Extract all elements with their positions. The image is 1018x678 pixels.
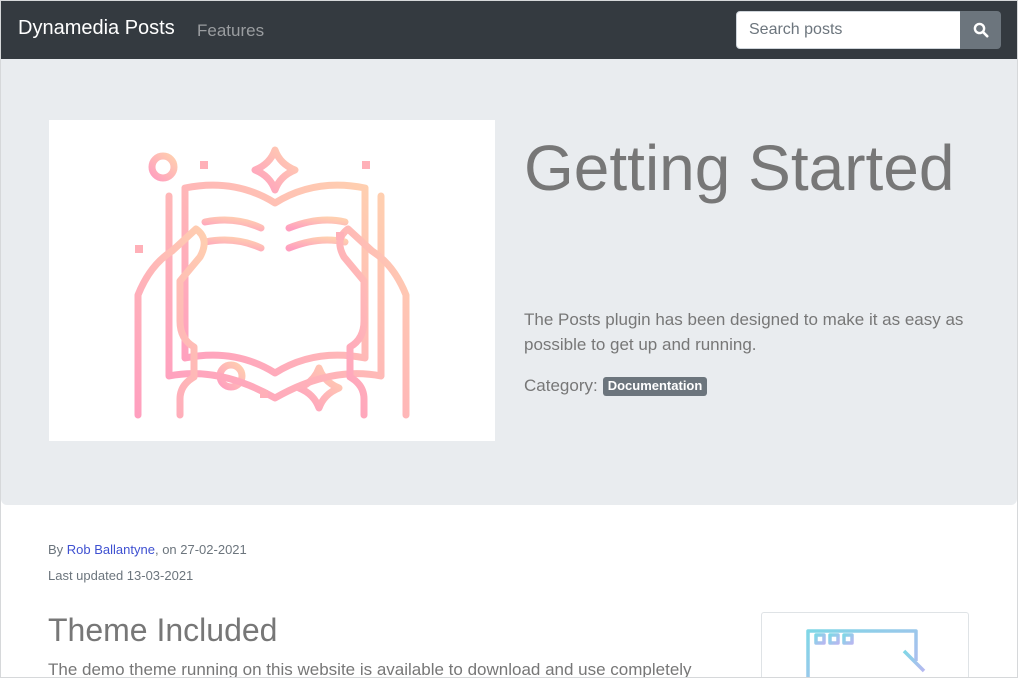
side-image-card bbox=[761, 612, 969, 678]
category-row: Category: Documentation bbox=[524, 376, 708, 396]
post-date: , on 27-02-2021 bbox=[154, 542, 247, 557]
section-heading: Theme Included bbox=[48, 612, 278, 648]
nav-link-features[interactable]: Features bbox=[197, 21, 264, 41]
hero-image bbox=[49, 120, 495, 441]
category-label: Category: bbox=[524, 376, 598, 395]
search-button[interactable] bbox=[960, 11, 1001, 49]
last-updated: Last updated 13-03-2021 bbox=[48, 568, 194, 583]
search-input[interactable] bbox=[736, 11, 961, 49]
top-navbar: Dynamedia Posts Features bbox=[1, 1, 1017, 59]
hero-jumbotron: Getting Started The Posts plugin has bee… bbox=[1, 59, 1017, 505]
post-byline: By Rob Ballantyne, on 27-02-2021 bbox=[48, 542, 247, 557]
page-title: Getting Started bbox=[524, 132, 955, 204]
byline-prefix: By bbox=[48, 542, 64, 557]
category-badge[interactable]: Documentation bbox=[602, 376, 708, 396]
brand-link[interactable]: Dynamedia Posts bbox=[18, 17, 175, 40]
open-book-illustration bbox=[134, 146, 410, 419]
search-icon bbox=[973, 22, 988, 38]
section-paragraph: The demo theme running on this website i… bbox=[48, 660, 692, 678]
hero-lead-text: The Posts plugin has been designed to ma… bbox=[524, 310, 964, 354]
author-link[interactable]: Rob Ballantyne bbox=[67, 542, 155, 557]
browser-window-illustration bbox=[806, 629, 926, 678]
